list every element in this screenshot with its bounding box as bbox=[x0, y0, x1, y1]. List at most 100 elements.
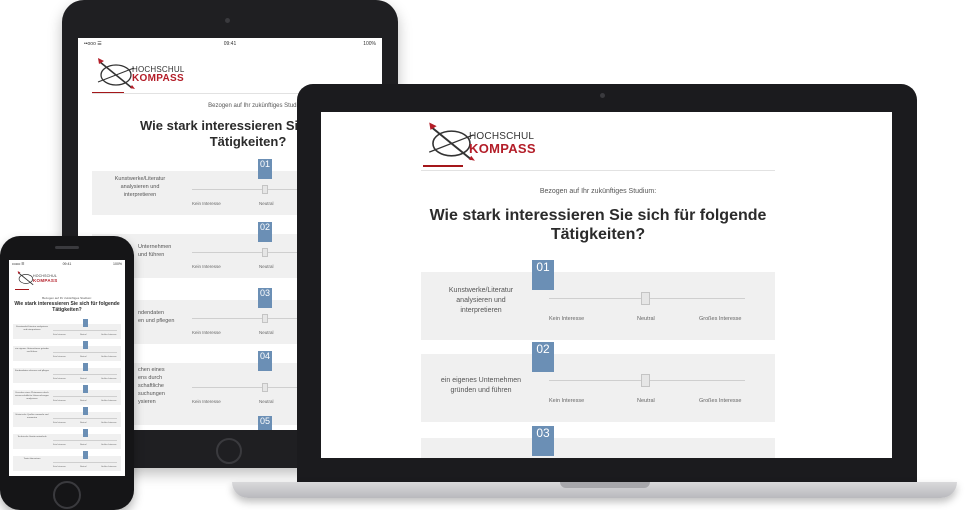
scale-mid-label: Neutral bbox=[80, 334, 87, 336]
survey-question: Wie stark interessieren Sie sich für fol… bbox=[411, 206, 785, 244]
scale-mid-label: Neutral bbox=[637, 398, 655, 404]
row-label: ein eigenes Unternehmen gründen und führe… bbox=[440, 377, 522, 395]
scale-high-label: Großes Interesse bbox=[101, 356, 117, 358]
hochschulkompass-logo[interactable]: HOCHSCHUL KOMPASS bbox=[421, 120, 551, 170]
scale-mid-label: Neutral bbox=[637, 316, 655, 322]
scale-low-label: Kein Interesse bbox=[549, 398, 585, 404]
slider-handle[interactable] bbox=[641, 374, 650, 387]
scale-high-label: Großes Interesse bbox=[101, 378, 117, 380]
question-row: Ursachen eines Phänomens durch wissensch… bbox=[13, 390, 121, 405]
compass-icon bbox=[97, 58, 135, 89]
question-row bbox=[421, 438, 775, 458]
status-bar: ••ooo ☰ 09:41 100% bbox=[78, 38, 382, 50]
question-number-badge: 02 bbox=[258, 222, 272, 242]
hochschulkompass-logo[interactable]: HOCHSCHUL KOMPASS bbox=[15, 270, 65, 292]
slider-handle[interactable] bbox=[262, 383, 268, 392]
laptop-screen: HOCHSCHUL KOMPASS Bezogen auf Ihr zukünf… bbox=[321, 112, 892, 458]
row-label: Ursachen eines Phänomens durch wissensch… bbox=[15, 392, 49, 400]
slider-track[interactable] bbox=[53, 418, 117, 419]
row-label: Historische Quellen sammeln und auswerte… bbox=[15, 414, 49, 419]
survey-subtitle: Bezogen auf Ihr zukünftiges Studium: bbox=[539, 188, 657, 195]
slider-track[interactable] bbox=[53, 396, 117, 397]
survey-subtitle: Bezogen auf Ihr zukünftiges Studium: bbox=[42, 296, 92, 300]
hochschulkompass-logo[interactable]: HOCHSCHUL KOMPASS bbox=[92, 56, 202, 98]
slider-handle[interactable] bbox=[262, 248, 268, 257]
scale-mid-label: Neutral bbox=[80, 444, 87, 446]
header-divider bbox=[421, 170, 775, 171]
question-line-2: Tätigkeiten? bbox=[550, 226, 646, 244]
scale-low-label: Kein Interesse bbox=[53, 444, 66, 446]
question-row: ein eigenes Unternehmen gründen und führ… bbox=[13, 346, 121, 361]
question-number-badge bbox=[83, 407, 88, 415]
scale-mid-label: Neutral bbox=[259, 399, 274, 404]
battery-indicator: 100% bbox=[113, 262, 122, 266]
slider-track[interactable] bbox=[53, 330, 117, 331]
scale-low-label: Kein Interesse bbox=[192, 264, 221, 269]
phone-home-button[interactable] bbox=[53, 481, 81, 509]
slider-track[interactable] bbox=[53, 352, 117, 353]
clock: 09:41 bbox=[62, 262, 72, 266]
clock: 09:41 bbox=[223, 41, 237, 47]
phone-screen: ••ooo ☰ 09:41 100% HOCHSCHUL KOMPASS Bez… bbox=[9, 260, 125, 476]
scale-mid-label: Neutral bbox=[259, 264, 274, 269]
scale-mid-label: Neutral bbox=[80, 466, 87, 468]
phone-question-list: Kunstwerke/Literatur analysieren und int… bbox=[13, 318, 121, 476]
question-row: Technische Geräte entwickeln Kein Interes… bbox=[13, 434, 121, 449]
scale-low-label: Kein Interesse bbox=[53, 334, 66, 336]
row-label: Technische Geräte entwickeln bbox=[17, 436, 47, 438]
laptop-device: HOCHSCHUL KOMPASS Bezogen auf Ihr zukünf… bbox=[297, 84, 917, 482]
question-line-2: Tätigkeiten? bbox=[52, 307, 82, 313]
scale-low-label: Kein Interesse bbox=[192, 201, 221, 206]
slider-handle[interactable] bbox=[641, 292, 650, 305]
scale-low-label: Kein Interesse bbox=[53, 356, 66, 358]
question-number-badge: 01 bbox=[258, 159, 272, 179]
question-number-badge bbox=[83, 341, 88, 349]
laptop-camera bbox=[600, 93, 605, 98]
tablet-home-button[interactable] bbox=[216, 438, 242, 464]
scale-mid-label: Neutral bbox=[80, 422, 87, 424]
question-row: Kunstwerke/Literatur analysieren und inter… bbox=[421, 272, 775, 340]
battery-indicator: 100% bbox=[363, 41, 376, 47]
row-label: ndendaten en und pflegen bbox=[138, 310, 175, 324]
scale-mid-label: Neutral bbox=[80, 378, 87, 380]
question-row: Texte übersetzen Kein Interesse Neutral Gro… bbox=[13, 456, 121, 471]
question-number-badge: 02 bbox=[532, 342, 554, 372]
slider-track[interactable] bbox=[53, 374, 117, 375]
slider-track[interactable] bbox=[53, 462, 117, 463]
slider-handle[interactable] bbox=[262, 314, 268, 323]
question-row: ein eigenes Unternehmen gründen und führe… bbox=[421, 354, 775, 422]
row-label: chen eines ens durch schaftliche suchungen y… bbox=[138, 367, 165, 405]
slider-track[interactable] bbox=[53, 440, 117, 441]
scale-high-label: Großes Interesse bbox=[101, 444, 117, 446]
question-number-badge bbox=[83, 429, 88, 437]
question-number-badge: 03 bbox=[258, 288, 272, 308]
row-label: Kunstwerke/Literatur analysieren und int… bbox=[16, 326, 48, 331]
slider-handle[interactable] bbox=[262, 185, 268, 194]
tablet-camera bbox=[225, 18, 230, 23]
scale-low-label: Kein Interesse bbox=[53, 466, 66, 468]
question-number-badge: 04 bbox=[258, 351, 272, 371]
scale-mid-label: Neutral bbox=[80, 400, 87, 402]
laptop-hinge-notch bbox=[560, 482, 650, 488]
question-number-badge bbox=[83, 451, 88, 459]
question-number-badge: 05 bbox=[258, 416, 272, 430]
scale-high-label: Großes Interesse bbox=[101, 334, 117, 336]
phone-device: ••ooo ☰ 09:41 100% HOCHSCHUL KOMPASS Bez… bbox=[0, 236, 134, 510]
question-row: Kundendaten erfassen und pflegen Kein Int… bbox=[13, 368, 121, 383]
scale-high-label: Großes Interesse bbox=[101, 422, 117, 424]
question-row: Kunstwerke/Literatur analysieren und int… bbox=[13, 324, 121, 339]
scale-low-label: Kein Interesse bbox=[549, 316, 585, 322]
question-number-badge: 01 bbox=[532, 260, 554, 290]
logo-text-kompass: KOMPASS bbox=[33, 278, 58, 283]
scale-low-label: Kein Interesse bbox=[192, 330, 221, 335]
question-row: Historische Quellen sammeln und auswerte… bbox=[13, 412, 121, 427]
logo-text-kompass: KOMPASS bbox=[469, 141, 536, 156]
logo-underline bbox=[15, 289, 29, 290]
question-number-badge: 03 bbox=[532, 426, 554, 456]
scale-mid-label: Neutral bbox=[80, 356, 87, 358]
row-label: Kundendaten erfassen und pflegen bbox=[14, 370, 50, 372]
scale-mid-label: Neutral bbox=[259, 330, 274, 335]
logo-underline bbox=[423, 165, 463, 167]
scale-low-label: Kein Interesse bbox=[53, 378, 66, 380]
row-label: Unternehmen und führen bbox=[138, 244, 172, 258]
